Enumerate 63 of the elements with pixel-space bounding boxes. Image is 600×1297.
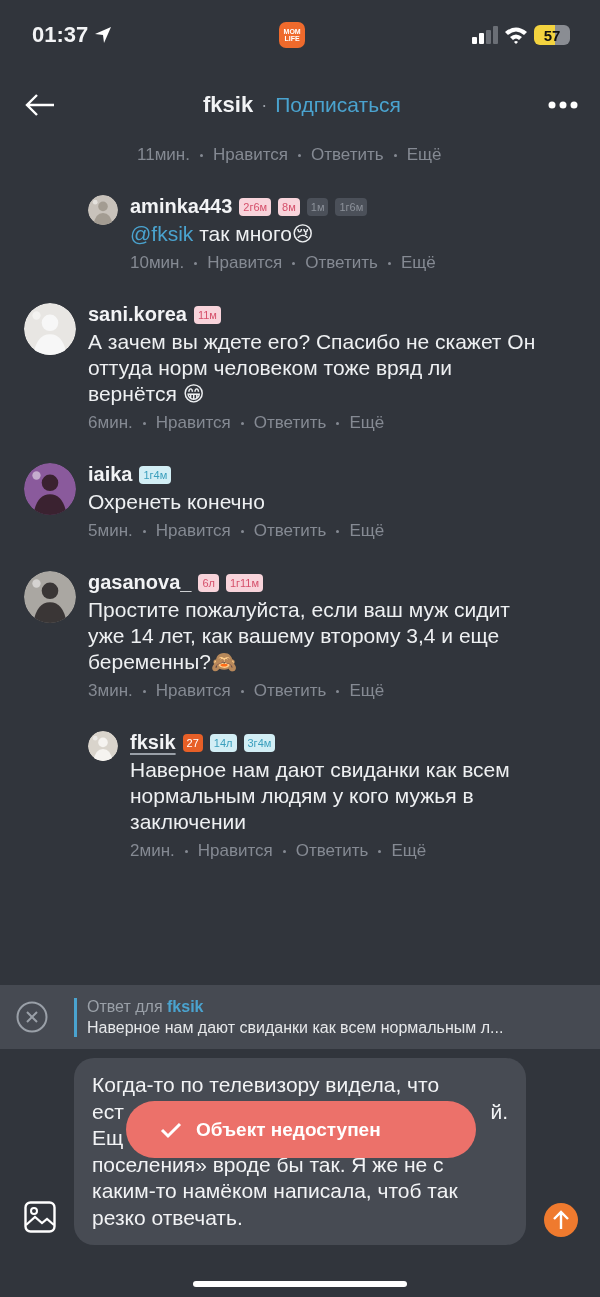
quoted-text: Наверное нам дают свиданки как всем нормальным л... xyxy=(87,1018,504,1037)
image-icon[interactable] xyxy=(24,1201,56,1233)
reply-label: Ответ для fksik xyxy=(87,997,205,1016)
more-link[interactable]: Ещё xyxy=(349,521,385,541)
more-link[interactable]: Ещё xyxy=(349,413,385,433)
comment-time: 6мин. xyxy=(88,413,133,433)
comment-time: 2мин. xyxy=(130,841,175,861)
up-arrow-icon xyxy=(553,1210,569,1230)
location-arrow-icon xyxy=(94,26,113,44)
user-badge: 2г6м xyxy=(239,197,272,216)
status-time: 01:37 xyxy=(32,22,89,48)
user-badge: 3г4м xyxy=(243,733,276,752)
comment-text: Охренеть конечно xyxy=(88,489,266,515)
close-icon[interactable] xyxy=(16,1001,48,1033)
author-name[interactable]: iaika xyxy=(88,463,133,486)
checkmark-icon xyxy=(160,1120,182,1139)
author-name[interactable]: fksik xyxy=(130,731,176,754)
author-name[interactable]: aminka443 xyxy=(130,195,233,218)
comment-time: 5мин. xyxy=(88,521,133,541)
more-link[interactable]: Ещё xyxy=(406,145,442,165)
separator-dot: · xyxy=(261,94,268,116)
comment-text: Наверное нам дают свиданки как всем нормальным людям у кого мужья в заключении xyxy=(130,757,511,835)
signal-icon xyxy=(472,26,498,44)
profile-name: fksik xyxy=(203,92,254,118)
more-options-icon[interactable] xyxy=(548,101,578,109)
reply-link[interactable]: Ответить xyxy=(253,413,327,433)
toast-notification: Объект недоступен xyxy=(126,1101,476,1158)
like-link[interactable]: Нравится xyxy=(155,413,231,433)
comment-text: А зачем вы ждете его? Спасибо не скажет Он оттуда норм человеком тоже вряд ли вернётся 😁 xyxy=(88,329,537,407)
back-arrow-icon[interactable] xyxy=(24,93,56,117)
user-badge: 1м xyxy=(306,197,329,216)
more-link[interactable]: Ещё xyxy=(400,253,436,273)
comment-time: 3мин. xyxy=(88,681,133,701)
like-link[interactable]: Нравится xyxy=(155,521,231,541)
more-link[interactable]: Ещё xyxy=(391,841,427,861)
user-badge: 1г6м xyxy=(335,197,368,216)
reply-link[interactable]: Ответить xyxy=(305,253,378,273)
user-badge: 27 xyxy=(182,733,203,752)
author-name[interactable]: gasanova_ xyxy=(88,571,192,594)
reply-link[interactable]: Ответить xyxy=(295,841,369,861)
send-button[interactable] xyxy=(544,1203,578,1237)
user-badge: 8м xyxy=(278,197,300,216)
subscribe-link[interactable]: Подписаться xyxy=(275,93,401,117)
user-badge: 1г11м xyxy=(225,573,264,592)
like-link[interactable]: Нравится xyxy=(207,253,283,273)
user-badge: 14л xyxy=(209,733,237,752)
reply-link[interactable]: Ответить xyxy=(253,521,327,541)
battery-level: 57 xyxy=(534,25,570,45)
comment-time: 11мин. xyxy=(137,145,190,165)
like-link[interactable]: Нравится xyxy=(155,681,231,701)
like-link[interactable]: Нравится xyxy=(212,145,288,165)
reply-link[interactable]: Ответить xyxy=(310,145,384,165)
user-badge: 1г4м xyxy=(139,465,172,484)
author-name[interactable]: sani.korea xyxy=(88,303,187,326)
comment-text: Простите пожалуйста, если ваш муж сидит уже 14 лет, как вашему второму 3,4 и еще беременны?🙈 xyxy=(88,597,511,675)
comment-text: @fksik так много😢 xyxy=(130,221,315,247)
wifi-icon xyxy=(504,26,528,44)
user-badge: 6л xyxy=(198,573,219,592)
like-link[interactable]: Нравится xyxy=(197,841,273,861)
more-link[interactable]: Ещё xyxy=(349,681,385,701)
user-badge: 11м xyxy=(193,305,221,324)
reply-link[interactable]: Ответить xyxy=(253,681,327,701)
comment-time: 10мин. xyxy=(130,253,185,273)
